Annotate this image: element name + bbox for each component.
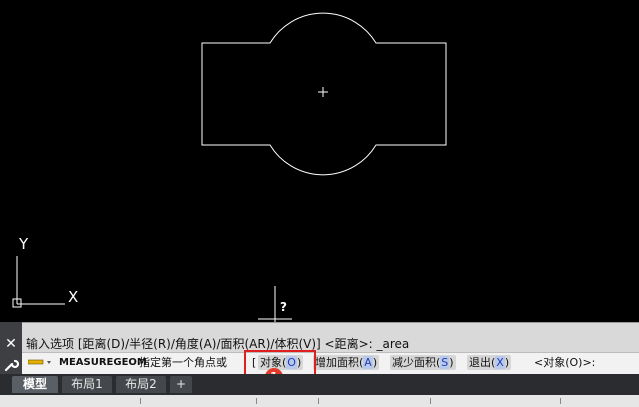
option-add-area[interactable]: 增加面积(A) [313, 355, 380, 370]
ruler-tick [140, 398, 141, 404]
ruler-tick [560, 398, 561, 404]
wrench-icon[interactable] [0, 356, 22, 372]
option-close: ) [504, 356, 510, 369]
option-key: S [440, 356, 450, 369]
command-icon[interactable] [27, 356, 54, 372]
ruler-tick [430, 398, 431, 404]
command-name: MEASUREGEOM [59, 357, 147, 368]
ruler-tick [256, 398, 257, 404]
option-label: 退出( [469, 356, 496, 369]
tab-layout2[interactable]: 布局2 [116, 376, 166, 393]
command-prompt: 指定第一个角点或 [139, 356, 227, 369]
drawn-shape[interactable] [201, 12, 447, 176]
option-close: ) [449, 356, 454, 369]
history-text: 输入选项 [距离(D)/半径(R)/角度(A)/面积(AR)/体积(V)] <距… [26, 337, 410, 351]
option-label: 增加面积( [315, 356, 364, 369]
option-label: 减少面积( [392, 356, 441, 369]
command-default: <对象(O)>: [534, 356, 596, 369]
option-key: A [363, 356, 373, 369]
tab-layout1[interactable]: 布局1 [62, 376, 112, 393]
option-exit[interactable]: 退出(X) [467, 355, 512, 370]
option-key: X [495, 356, 505, 369]
ucs-y-label: Y [18, 235, 29, 253]
status-strip [0, 395, 639, 407]
tab-model[interactable]: 模型 [12, 376, 58, 393]
ruler-tick [318, 398, 319, 404]
close-icon[interactable]: ✕ [0, 336, 22, 352]
option-close: ) [372, 356, 378, 369]
option-subtract-area[interactable]: 减少面积(S) [390, 355, 456, 370]
ucs-x-label: X [68, 288, 78, 306]
command-history: 输入选项 [距离(D)/半径(R)/角度(A)/面积(AR)/体积(V)] <距… [0, 322, 639, 353]
drawing-svg: Y X ? [12, 12, 447, 322]
drawing-canvas[interactable]: Y X ? [0, 0, 639, 322]
tab-add[interactable]: + [170, 376, 192, 393]
cursor-tooltip: ? [280, 300, 287, 314]
